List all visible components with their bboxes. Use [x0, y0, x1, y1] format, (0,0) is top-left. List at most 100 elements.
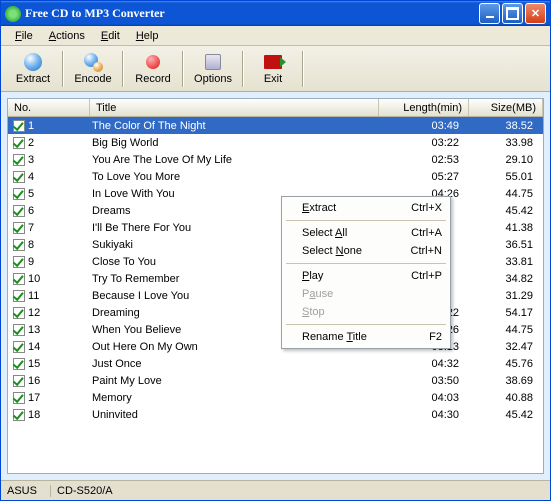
ctx-rename[interactable]: Rename TitleF2 — [284, 328, 448, 346]
track-no: 14 — [28, 341, 40, 353]
track-size: 38.52 — [469, 120, 543, 132]
col-length[interactable]: Length(min) — [379, 99, 469, 116]
window-title: Free CD to MP3 Converter — [25, 6, 479, 21]
table-row[interactable]: 9Close To You33.81 — [8, 253, 543, 270]
col-size[interactable]: Size(MB) — [469, 99, 543, 116]
extract-icon — [23, 52, 43, 72]
table-row[interactable]: 3You Are The Love Of My Life02:5329.10 — [8, 151, 543, 168]
table-row[interactable]: 11Because I Love You31.29 — [8, 287, 543, 304]
table-row[interactable]: 18Uninvited04:3045.42 — [8, 406, 543, 423]
track-size: 55.01 — [469, 171, 543, 183]
table-row[interactable]: 13When You Believe04:2644.75 — [8, 321, 543, 338]
track-size: 40.88 — [469, 392, 543, 404]
track-no: 7 — [28, 222, 34, 234]
track-checkbox[interactable] — [13, 222, 25, 234]
status-device: CD-S520/A — [51, 485, 119, 497]
track-no: 15 — [28, 358, 40, 370]
table-row[interactable]: 15 Just Once04:3245.76 — [8, 355, 543, 372]
toolbar-extract[interactable]: Extract — [5, 48, 61, 90]
table-row[interactable]: 4To Love You More05:2755.01 — [8, 168, 543, 185]
ctx-select-all[interactable]: Select AllCtrl+A — [284, 224, 448, 242]
track-list[interactable]: No. Title Length(min) Size(MB) 1The Colo… — [7, 98, 544, 474]
track-length: 03:50 — [379, 375, 469, 387]
toolbar-encode[interactable]: Encode — [65, 48, 121, 90]
track-no: 10 — [28, 273, 40, 285]
maximize-button[interactable] — [502, 3, 523, 24]
menu-help[interactable]: Help — [128, 28, 167, 44]
col-title[interactable]: Title — [90, 99, 379, 116]
track-size: 44.75 — [469, 324, 543, 336]
track-checkbox[interactable] — [13, 307, 25, 319]
toolbar-options[interactable]: Options — [185, 48, 241, 90]
track-no: 13 — [28, 324, 40, 336]
track-checkbox[interactable] — [13, 392, 25, 404]
track-length: 03:22 — [379, 137, 469, 149]
table-row[interactable]: 2Big Big World03:2233.98 — [8, 134, 543, 151]
track-length: 03:49 — [379, 120, 469, 132]
track-checkbox[interactable] — [13, 341, 25, 353]
track-checkbox[interactable] — [13, 290, 25, 302]
track-size: 41.38 — [469, 222, 543, 234]
toolbar-exit[interactable]: Exit — [245, 48, 301, 90]
track-size: 29.10 — [469, 154, 543, 166]
encode-icon — [83, 52, 103, 72]
track-title: To Love You More — [90, 171, 379, 183]
list-body: 1The Color Of The Night03:4938.522Big Bi… — [8, 117, 543, 473]
status-bar: ASUS CD-S520/A — [1, 480, 550, 500]
table-row[interactable]: 5In Love With You04:2644.75 — [8, 185, 543, 202]
track-size: 45.42 — [469, 205, 543, 217]
close-button[interactable] — [525, 3, 546, 24]
track-title: Uninvited — [90, 409, 379, 421]
titlebar[interactable]: Free CD to MP3 Converter — [1, 1, 550, 26]
table-row[interactable]: 12Dreaming05:2254.17 — [8, 304, 543, 321]
track-title: Just Once — [90, 358, 379, 370]
table-row[interactable]: 7I'll Be There For You41.38 — [8, 219, 543, 236]
track-size: 33.81 — [469, 256, 543, 268]
track-checkbox[interactable] — [13, 324, 25, 336]
track-size: 45.76 — [469, 358, 543, 370]
toolbar-record[interactable]: Record — [125, 48, 181, 90]
table-row[interactable]: 10Try To Remember34.82 — [8, 270, 543, 287]
ctx-extract[interactable]: ExtractCtrl+X — [284, 199, 448, 217]
track-title: Memory — [90, 392, 379, 404]
table-row[interactable]: 1The Color Of The Night03:4938.52 — [8, 117, 543, 134]
track-checkbox[interactable] — [13, 358, 25, 370]
status-drive: ASUS — [1, 485, 51, 497]
menu-edit[interactable]: Edit — [93, 28, 128, 44]
track-checkbox[interactable] — [13, 120, 25, 132]
track-checkbox[interactable] — [13, 188, 25, 200]
table-row[interactable]: 6Dreams45.42 — [8, 202, 543, 219]
context-menu: ExtractCtrl+X Select AllCtrl+A Select No… — [281, 196, 451, 349]
track-length: 04:30 — [379, 409, 469, 421]
app-window: Free CD to MP3 Converter File Actions Ed… — [0, 0, 551, 501]
ctx-select-none[interactable]: Select NoneCtrl+N — [284, 242, 448, 260]
exit-icon — [263, 52, 283, 72]
track-checkbox[interactable] — [13, 205, 25, 217]
track-size: 54.17 — [469, 307, 543, 319]
track-checkbox[interactable] — [13, 256, 25, 268]
ctx-play[interactable]: PlayCtrl+P — [284, 267, 448, 285]
track-checkbox[interactable] — [13, 171, 25, 183]
table-row[interactable]: 8Sukiyaki36.51 — [8, 236, 543, 253]
track-checkbox[interactable] — [13, 154, 25, 166]
track-title: Paint My Love — [90, 375, 379, 387]
col-no[interactable]: No. — [8, 99, 90, 116]
list-header: No. Title Length(min) Size(MB) — [8, 99, 543, 117]
track-no: 2 — [28, 137, 34, 149]
menu-actions[interactable]: Actions — [41, 28, 93, 44]
minimize-button[interactable] — [479, 3, 500, 24]
table-row[interactable]: 17Memory04:0340.88 — [8, 389, 543, 406]
track-no: 17 — [28, 392, 40, 404]
table-row[interactable]: 16Paint My Love03:5038.69 — [8, 372, 543, 389]
track-checkbox[interactable] — [13, 273, 25, 285]
track-checkbox[interactable] — [13, 137, 25, 149]
menu-file[interactable]: File — [7, 28, 41, 44]
track-length: 04:32 — [379, 358, 469, 370]
track-checkbox[interactable] — [13, 375, 25, 387]
table-row[interactable]: 14Out Here On My Own03:1332.47 — [8, 338, 543, 355]
track-checkbox[interactable] — [13, 409, 25, 421]
client-area: No. Title Length(min) Size(MB) 1The Colo… — [1, 92, 550, 480]
ctx-pause: Pause — [284, 285, 448, 303]
track-no: 6 — [28, 205, 34, 217]
track-checkbox[interactable] — [13, 239, 25, 251]
